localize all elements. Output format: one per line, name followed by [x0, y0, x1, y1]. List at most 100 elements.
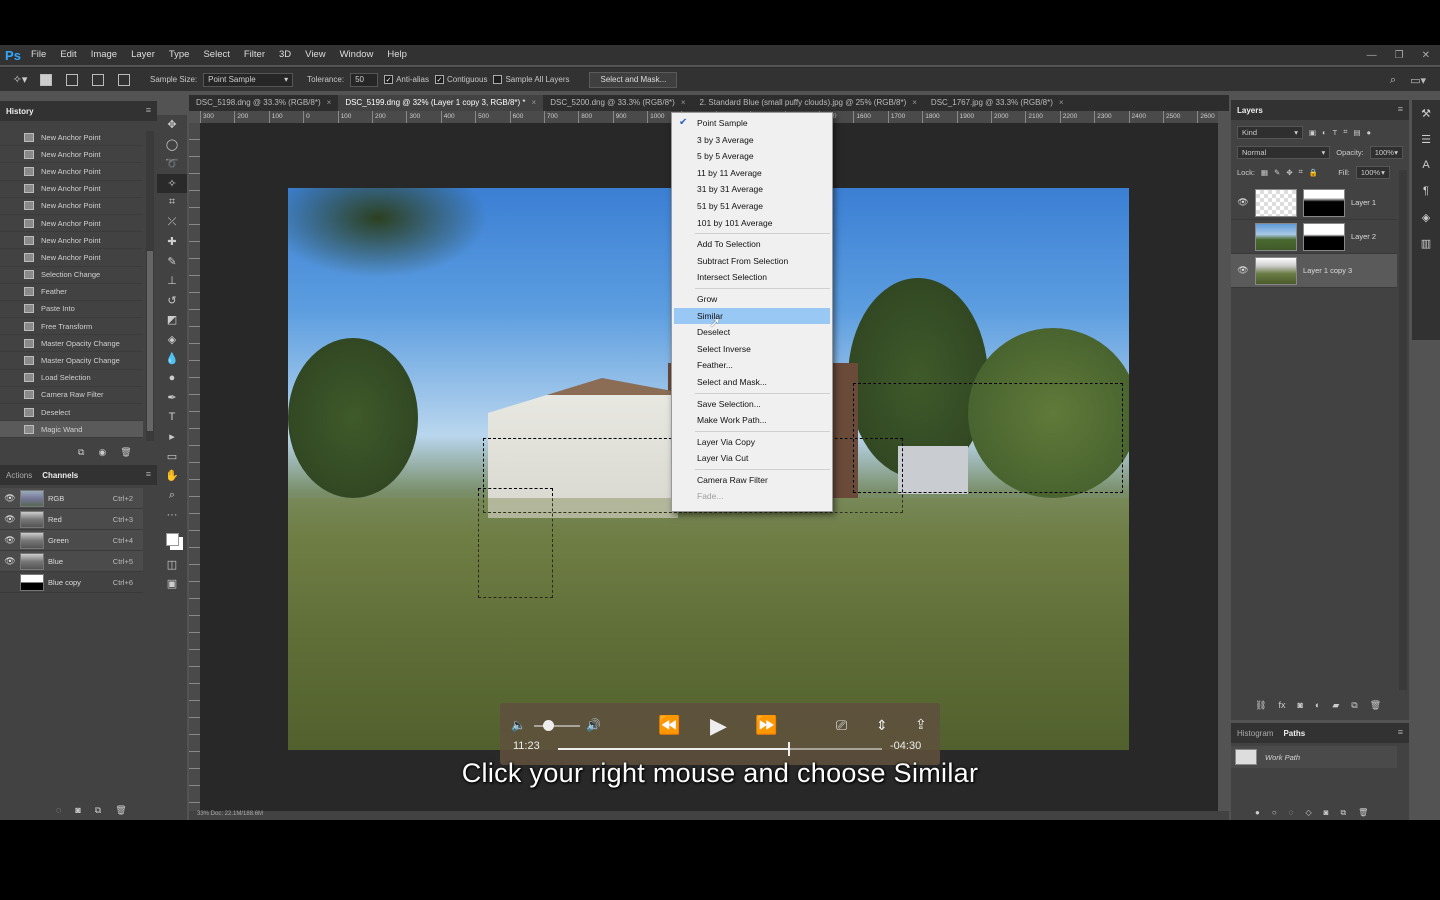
- fill-path-icon[interactable]: ●: [1255, 808, 1260, 818]
- tab-channels[interactable]: Channels: [42, 471, 78, 480]
- close-button[interactable]: ✕: [1422, 50, 1430, 61]
- hand-tool-icon[interactable]: ✋: [157, 466, 187, 486]
- tab-paths[interactable]: Paths: [1283, 729, 1305, 738]
- eraser-tool-icon[interactable]: ◩: [157, 310, 187, 330]
- marquee-tool-icon[interactable]: ◯: [157, 135, 187, 155]
- context-menu-item-3-by-3-average[interactable]: 3 by 3 Average: [672, 132, 832, 149]
- workspace-icon[interactable]: ▭▾: [1410, 74, 1426, 87]
- close-tab-icon[interactable]: ×: [912, 98, 917, 107]
- properties-icon[interactable]: ☰: [1412, 126, 1440, 152]
- context-menu-item-11-by-11-average[interactable]: 11 by 11 Average: [672, 165, 832, 182]
- paragraph-icon[interactable]: ¶: [1412, 178, 1440, 204]
- path-selection-icon[interactable]: ▸: [157, 427, 187, 447]
- eye-icon[interactable]: 👁: [1237, 197, 1249, 208]
- context-menu-item-51-by-51-average[interactable]: 51 by 51 Average: [672, 198, 832, 215]
- save-selection-channel-icon[interactable]: ◙: [75, 805, 80, 816]
- libraries-icon[interactable]: ▥: [1412, 230, 1440, 256]
- context-menu-item-add-to-selection[interactable]: Add To Selection: [672, 236, 832, 253]
- clone-stamp-icon[interactable]: ⊥: [157, 271, 187, 291]
- history-state[interactable]: Free Transform: [0, 318, 143, 336]
- eye-icon[interactable]: 👁: [4, 535, 16, 546]
- menu-help[interactable]: Help: [380, 45, 414, 65]
- pen-tool-icon[interactable]: ✒: [157, 388, 187, 408]
- make-work-path-icon[interactable]: ◇: [1305, 808, 1311, 818]
- context-menu-item-select-inverse[interactable]: Select Inverse: [672, 341, 832, 358]
- crop-tool-icon[interactable]: ⌗: [157, 193, 187, 213]
- minimize-button[interactable]: —: [1367, 50, 1377, 61]
- trash-icon[interactable]: 🗑: [1370, 700, 1381, 711]
- panel-menu-icon[interactable]: ≡: [1398, 104, 1403, 114]
- color-swatches-icon[interactable]: [157, 525, 187, 555]
- history-state[interactable]: Load Selection: [0, 370, 143, 387]
- panel-menu-icon[interactable]: ≡: [146, 105, 151, 115]
- close-tab-icon[interactable]: ×: [532, 98, 537, 107]
- context-menu-item-feather[interactable]: Feather...: [672, 357, 832, 374]
- magic-wand-tool-icon[interactable]: ✧: [157, 173, 187, 193]
- type-tool-icon[interactable]: T: [157, 408, 187, 428]
- lock-pixels-icon[interactable]: ✎: [1274, 168, 1280, 177]
- history-state[interactable]: Master Opacity Change: [0, 335, 143, 353]
- new-selection-icon[interactable]: [36, 72, 56, 88]
- rewind-icon[interactable]: ⏪: [658, 715, 680, 736]
- context-menu-item-subtract-from-selection[interactable]: Subtract From Selection: [672, 253, 832, 270]
- eyedropper-tool-icon[interactable]: ⤫: [157, 213, 187, 233]
- new-channel-icon[interactable]: ⧉: [95, 805, 101, 816]
- menu-select[interactable]: Select: [196, 45, 236, 65]
- context-menu-item-layer-via-copy[interactable]: Layer Via Copy: [672, 434, 832, 451]
- menu-file[interactable]: File: [24, 45, 53, 65]
- eye-icon[interactable]: 👁: [4, 514, 16, 525]
- layers-tab[interactable]: Layers: [1237, 106, 1263, 115]
- screen-mode-icon[interactable]: ▣: [157, 574, 187, 594]
- panel-menu-icon[interactable]: ≡: [1398, 727, 1403, 737]
- paint-bucket-icon[interactable]: ◈: [157, 330, 187, 350]
- history-state[interactable]: Paste Into: [0, 301, 143, 319]
- menu-window[interactable]: Window: [333, 45, 381, 65]
- load-channel-selection-icon[interactable]: ◌: [56, 805, 61, 816]
- history-state[interactable]: New Anchor Point: [0, 163, 143, 181]
- add-mask-icon[interactable]: ◙: [1297, 700, 1302, 711]
- history-state[interactable]: Magic Wand: [0, 421, 143, 439]
- contiguous-checkbox[interactable]: ✓ Contiguous: [434, 75, 487, 84]
- dodge-tool-icon[interactable]: ●: [157, 369, 187, 389]
- context-menu-item-save-selection[interactable]: Save Selection...: [672, 396, 832, 413]
- filter-shape-icon[interactable]: ⌗: [1343, 127, 1347, 137]
- layer-style-icon[interactable]: fx: [1278, 700, 1285, 711]
- subtract-selection-icon[interactable]: [88, 72, 108, 88]
- new-layer-icon[interactable]: ⧉: [1351, 700, 1357, 711]
- menu-type[interactable]: Type: [162, 45, 197, 65]
- trash-icon[interactable]: 🗑: [1358, 808, 1368, 818]
- tolerance-input[interactable]: 50: [350, 72, 379, 87]
- layer-filter-kind-select[interactable]: Kind ▾: [1237, 125, 1303, 139]
- trash-icon[interactable]: 🗑: [115, 805, 126, 816]
- move-tool-icon[interactable]: ✥: [157, 115, 187, 135]
- context-menu-item-point-sample[interactable]: ✔ Point Sample: [672, 115, 832, 132]
- filter-pixel-icon[interactable]: ▣: [1309, 128, 1316, 137]
- volume-knob[interactable]: [542, 720, 554, 731]
- history-state[interactable]: New Anchor Point: [0, 198, 143, 215]
- fullscreen-icon[interactable]: ⇕: [876, 717, 888, 734]
- close-tab-icon[interactable]: ×: [327, 98, 332, 107]
- tab-histogram[interactable]: Histogram: [1237, 729, 1273, 738]
- context-menu-item-make-work-path[interactable]: Make Work Path...: [672, 412, 832, 429]
- zoom-tool-icon[interactable]: ⌕: [157, 486, 187, 506]
- layer-row[interactable]: 👁 Layer 1 copy 3: [1231, 254, 1397, 288]
- eye-icon[interactable]: 👁: [4, 556, 16, 567]
- magic-wand-tool-preset-icon[interactable]: ✧▾: [10, 72, 30, 88]
- history-state[interactable]: New Anchor Point: [0, 146, 143, 164]
- history-state[interactable]: New Anchor Point: [0, 249, 143, 267]
- menu-filter[interactable]: Filter: [237, 45, 272, 65]
- menu-image[interactable]: Image: [84, 45, 124, 65]
- adjustment-layer-icon[interactable]: ◐: [1315, 700, 1320, 711]
- filter-adjustment-icon[interactable]: ◐: [1322, 128, 1327, 137]
- context-menu-item-5-by-5-average[interactable]: 5 by 5 Average: [672, 148, 832, 165]
- channel-row[interactable]: 👁 Green Ctrl+4: [0, 530, 143, 551]
- document-tab[interactable]: DSC_1767.jpg @ 33.3% (RGB/8*) ×: [924, 95, 1071, 111]
- trash-icon[interactable]: 🗑: [120, 447, 131, 458]
- lock-artboard-icon[interactable]: ⌗: [1299, 167, 1303, 177]
- sample-size-select[interactable]: Point Sample ▾: [203, 72, 294, 87]
- playhead[interactable]: [788, 742, 791, 756]
- anti-alias-checkbox[interactable]: ✓ Anti-alias: [384, 75, 429, 84]
- history-state[interactable]: New Anchor Point: [0, 129, 143, 147]
- airplay-icon[interactable]: ⎚: [836, 717, 847, 734]
- new-group-icon[interactable]: ▰: [1332, 700, 1339, 711]
